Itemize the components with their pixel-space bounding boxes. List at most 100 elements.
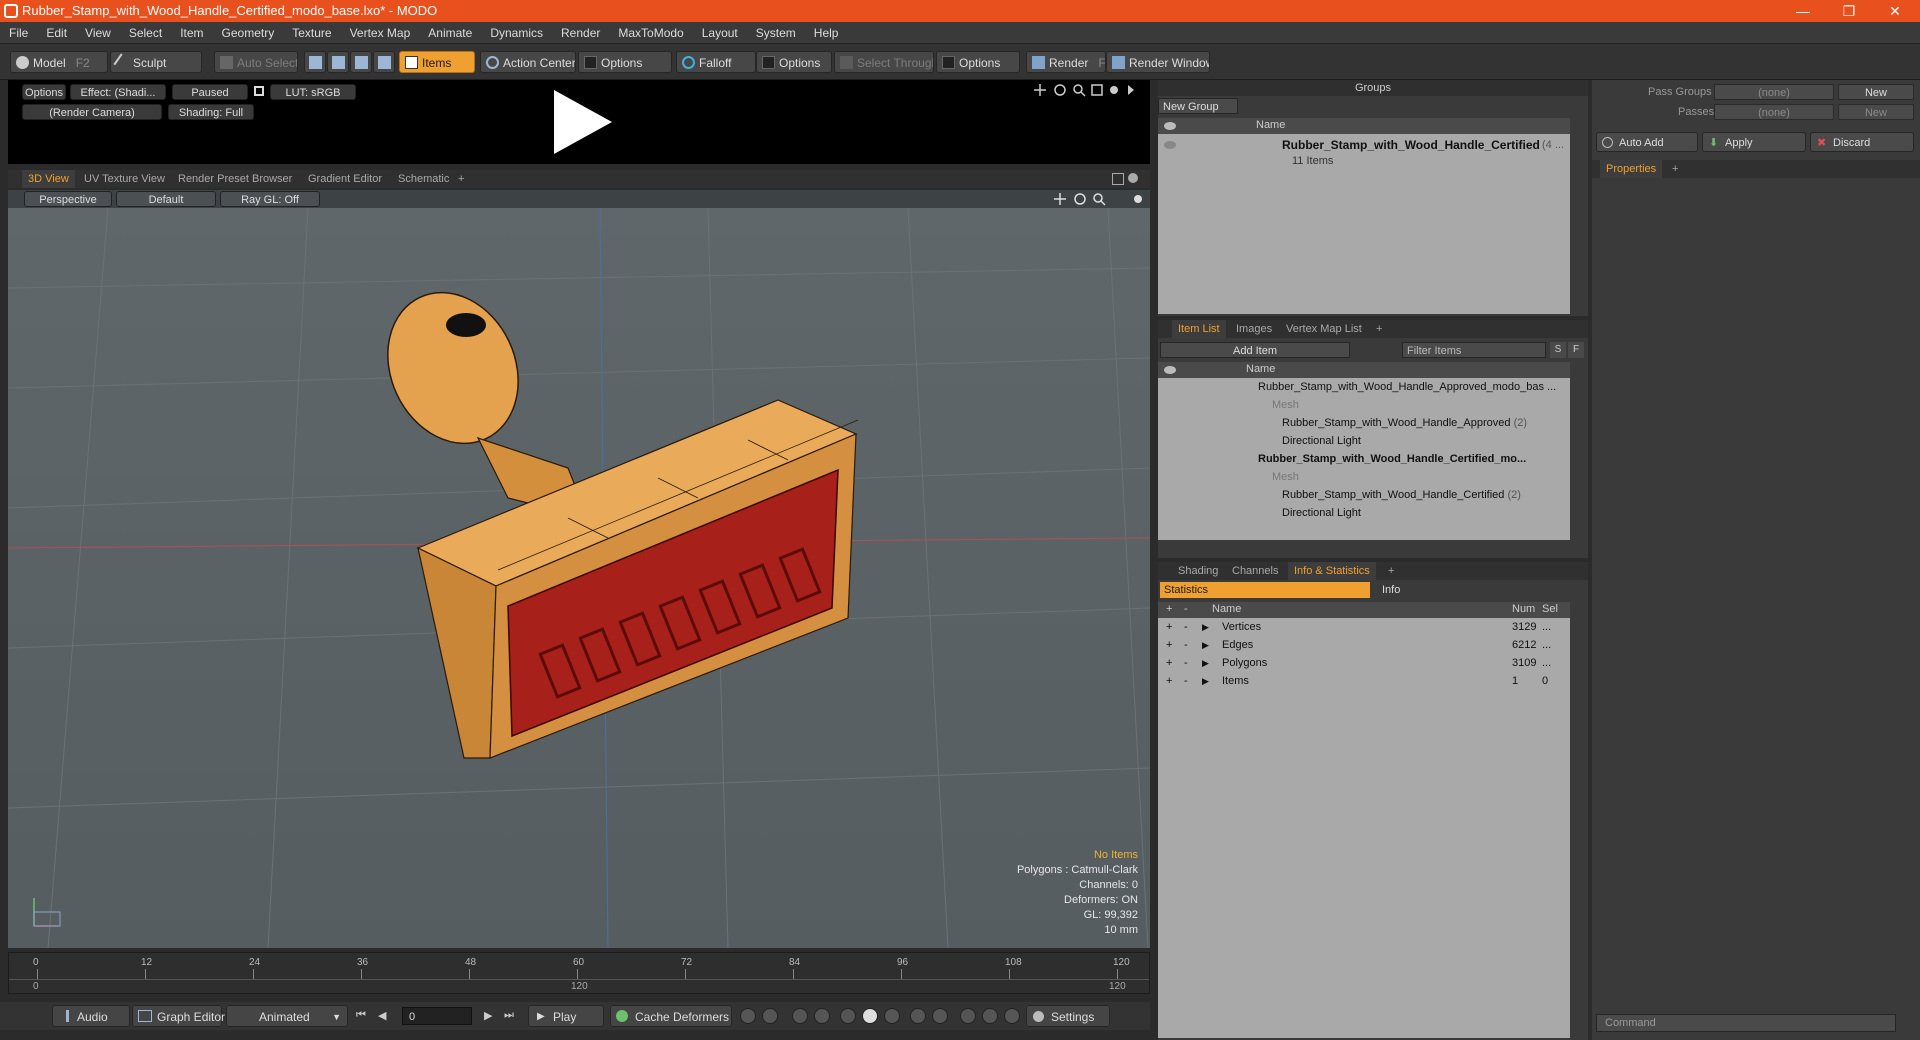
item-mesh[interactable]: Mesh bbox=[1272, 396, 1299, 414]
item-scene-approved[interactable]: Rubber_Stamp_with_Wood_Handle_Approved_m… bbox=[1258, 378, 1556, 396]
item-directional-light[interactable]: Directional Light bbox=[1282, 504, 1361, 522]
frame-input[interactable]: 0 bbox=[402, 1007, 472, 1025]
sculpt-mode-button[interactable]: Sculpt bbox=[110, 51, 202, 73]
3d-viewport[interactable]: No Items Polygons : Catmull-Clark Channe… bbox=[8, 208, 1150, 948]
menu-select[interactable]: Select bbox=[120, 22, 171, 44]
item-directional-light[interactable]: Directional Light bbox=[1282, 432, 1361, 450]
model-mode-button[interactable]: Model F2 bbox=[10, 51, 108, 73]
new-pass-button[interactable]: New bbox=[1838, 104, 1914, 120]
items-mode-button[interactable]: Items bbox=[399, 51, 475, 73]
gear-icon[interactable] bbox=[1128, 173, 1138, 183]
chevron-right-icon[interactable] bbox=[1128, 85, 1134, 95]
tab-properties[interactable]: Properties bbox=[1600, 160, 1663, 178]
rotate-view-icon[interactable] bbox=[1074, 193, 1086, 205]
passes-dropdown[interactable]: (none) bbox=[1714, 104, 1834, 120]
preview-effect-dropdown[interactable]: Effect: (Shadi... bbox=[70, 84, 166, 100]
item-scene-certified[interactable]: Rubber_Stamp_with_Wood_Handle_Certified_… bbox=[1258, 450, 1526, 468]
falloff-options-button[interactable]: Options bbox=[756, 51, 832, 73]
gear-icon[interactable] bbox=[1110, 86, 1118, 94]
menu-maxtomodo[interactable]: MaxToModo bbox=[609, 22, 692, 44]
filter-f-button[interactable]: F bbox=[1568, 342, 1584, 358]
expand-icon[interactable]: ▶ bbox=[1202, 636, 1209, 654]
preview-paused-button[interactable]: Paused bbox=[172, 84, 248, 100]
edges-mode-button[interactable] bbox=[327, 51, 349, 73]
new-group-button[interactable]: New Group bbox=[1158, 98, 1238, 114]
expand-icon[interactable]: ▶ bbox=[1202, 654, 1209, 672]
statistics-tab[interactable]: Statistics bbox=[1160, 582, 1370, 598]
raygl-dropdown[interactable]: Ray GL: Off bbox=[220, 191, 320, 207]
cache-deformers-button[interactable]: Cache Deformers bbox=[610, 1005, 732, 1027]
play-button[interactable]: ▶ Play bbox=[528, 1005, 604, 1027]
step-back-icon[interactable]: ◀ bbox=[378, 1009, 386, 1022]
next-key-icon[interactable] bbox=[814, 1008, 830, 1024]
menu-geometry[interactable]: Geometry bbox=[213, 22, 284, 44]
play-preview-icon[interactable] bbox=[546, 86, 616, 158]
eye-icon[interactable] bbox=[1164, 122, 1176, 130]
audio-button[interactable]: Audio bbox=[52, 1005, 130, 1027]
move-view-icon[interactable] bbox=[1034, 84, 1046, 96]
auto-add-button[interactable]: Auto Add bbox=[1596, 132, 1698, 152]
gear-icon[interactable] bbox=[1134, 195, 1142, 203]
more-icon[interactable] bbox=[1004, 1008, 1020, 1024]
item-mesh[interactable]: Mesh bbox=[1272, 468, 1299, 486]
settings-button[interactable]: Settings bbox=[1026, 1005, 1110, 1027]
timeline[interactable]: 0 12 24 36 48 60 72 84 96 108 120 0 120 120 bbox=[8, 952, 1150, 994]
lock-icon[interactable] bbox=[254, 86, 264, 96]
add-tab-button[interactable]: + bbox=[1370, 320, 1388, 338]
menu-dynamics[interactable]: Dynamics bbox=[481, 22, 552, 44]
tab-channels[interactable]: Channels bbox=[1226, 562, 1284, 580]
figure-icon[interactable] bbox=[762, 1008, 778, 1024]
menu-file[interactable]: File bbox=[0, 22, 37, 44]
menu-texture[interactable]: Texture bbox=[283, 22, 340, 44]
filter-items-input[interactable]: Filter Items bbox=[1402, 342, 1546, 358]
tab-shading[interactable]: Shading bbox=[1172, 562, 1224, 580]
new-pass-group-button[interactable]: New bbox=[1838, 84, 1914, 100]
preview-shading-dropdown[interactable]: Shading: Full bbox=[168, 104, 254, 120]
item-certified[interactable]: Rubber_Stamp_with_Wood_Handle_Certified … bbox=[1282, 486, 1521, 504]
apply-button[interactable]: ⬇ Apply bbox=[1702, 132, 1806, 152]
preview-lut-dropdown[interactable]: LUT: sRGB bbox=[270, 84, 356, 100]
preview-camera-dropdown[interactable]: (Render Camera) bbox=[22, 104, 162, 120]
menu-item[interactable]: Item bbox=[171, 22, 212, 44]
rotate-view-icon[interactable] bbox=[1054, 84, 1066, 96]
menu-layout[interactable]: Layout bbox=[693, 22, 747, 44]
command-input[interactable]: Command bbox=[1596, 1014, 1896, 1032]
item-approved[interactable]: Rubber_Stamp_with_Wood_Handle_Approved (… bbox=[1282, 414, 1527, 432]
jump-end-icon[interactable] bbox=[932, 1008, 948, 1024]
group-row[interactable]: Rubber_Stamp_with_Wood_Handle_Certified … bbox=[1158, 136, 1570, 154]
restore-button[interactable]: ❐ bbox=[1826, 0, 1872, 22]
materials-mode-button[interactable] bbox=[373, 51, 395, 73]
render-window-button[interactable]: Render Window bbox=[1106, 51, 1210, 73]
tab-render-preset-browser[interactable]: Render Preset Browser bbox=[172, 170, 298, 188]
menu-vertex-map[interactable]: Vertex Map bbox=[341, 22, 420, 44]
animated-dropdown[interactable]: Animated ▼ bbox=[226, 1005, 348, 1027]
render-button[interactable]: Render F9 bbox=[1026, 51, 1106, 73]
tab-item-list[interactable]: Item List bbox=[1172, 320, 1226, 338]
close-button[interactable]: ✕ bbox=[1872, 0, 1918, 22]
tab-schematic[interactable]: Schematic bbox=[392, 170, 455, 188]
add-tab-button[interactable]: + bbox=[1382, 562, 1400, 580]
falloff-button[interactable]: Falloff bbox=[676, 51, 756, 73]
menu-help[interactable]: Help bbox=[805, 22, 848, 44]
select-through-button[interactable]: Select Through bbox=[834, 51, 934, 73]
add-item-dropdown[interactable]: Add Item bbox=[1160, 342, 1350, 358]
discard-button[interactable]: ✖ Discard bbox=[1810, 132, 1914, 152]
jump-start-icon[interactable] bbox=[910, 1008, 926, 1024]
stats-row-polygons[interactable]: + - ▶ Polygons 3109... bbox=[1158, 654, 1570, 672]
tab-gradient-editor[interactable]: Gradient Editor bbox=[302, 170, 388, 188]
expand-icon[interactable]: ▶ bbox=[1202, 618, 1209, 636]
stats-row-vertices[interactable]: + - ▶ Vertices 3129... bbox=[1158, 618, 1570, 636]
add-tab-button[interactable]: + bbox=[1666, 160, 1684, 178]
prev-key-icon[interactable] bbox=[792, 1008, 808, 1024]
select-through-options-button[interactable]: Options bbox=[936, 51, 1020, 73]
skip-end-icon[interactable]: ⏭ bbox=[504, 1009, 514, 1022]
check-key-icon[interactable] bbox=[840, 1008, 856, 1024]
menu-edit[interactable]: Edit bbox=[37, 22, 76, 44]
auto-select-button[interactable]: Auto Select bbox=[214, 51, 298, 73]
shading-default-dropdown[interactable]: Default bbox=[116, 191, 216, 207]
eye-icon[interactable] bbox=[1164, 366, 1176, 374]
menu-view[interactable]: View bbox=[76, 22, 120, 44]
fit-view-icon[interactable] bbox=[1091, 84, 1103, 96]
pass-groups-dropdown[interactable]: (none) bbox=[1714, 84, 1834, 100]
add-tab-button[interactable]: + bbox=[452, 170, 470, 188]
